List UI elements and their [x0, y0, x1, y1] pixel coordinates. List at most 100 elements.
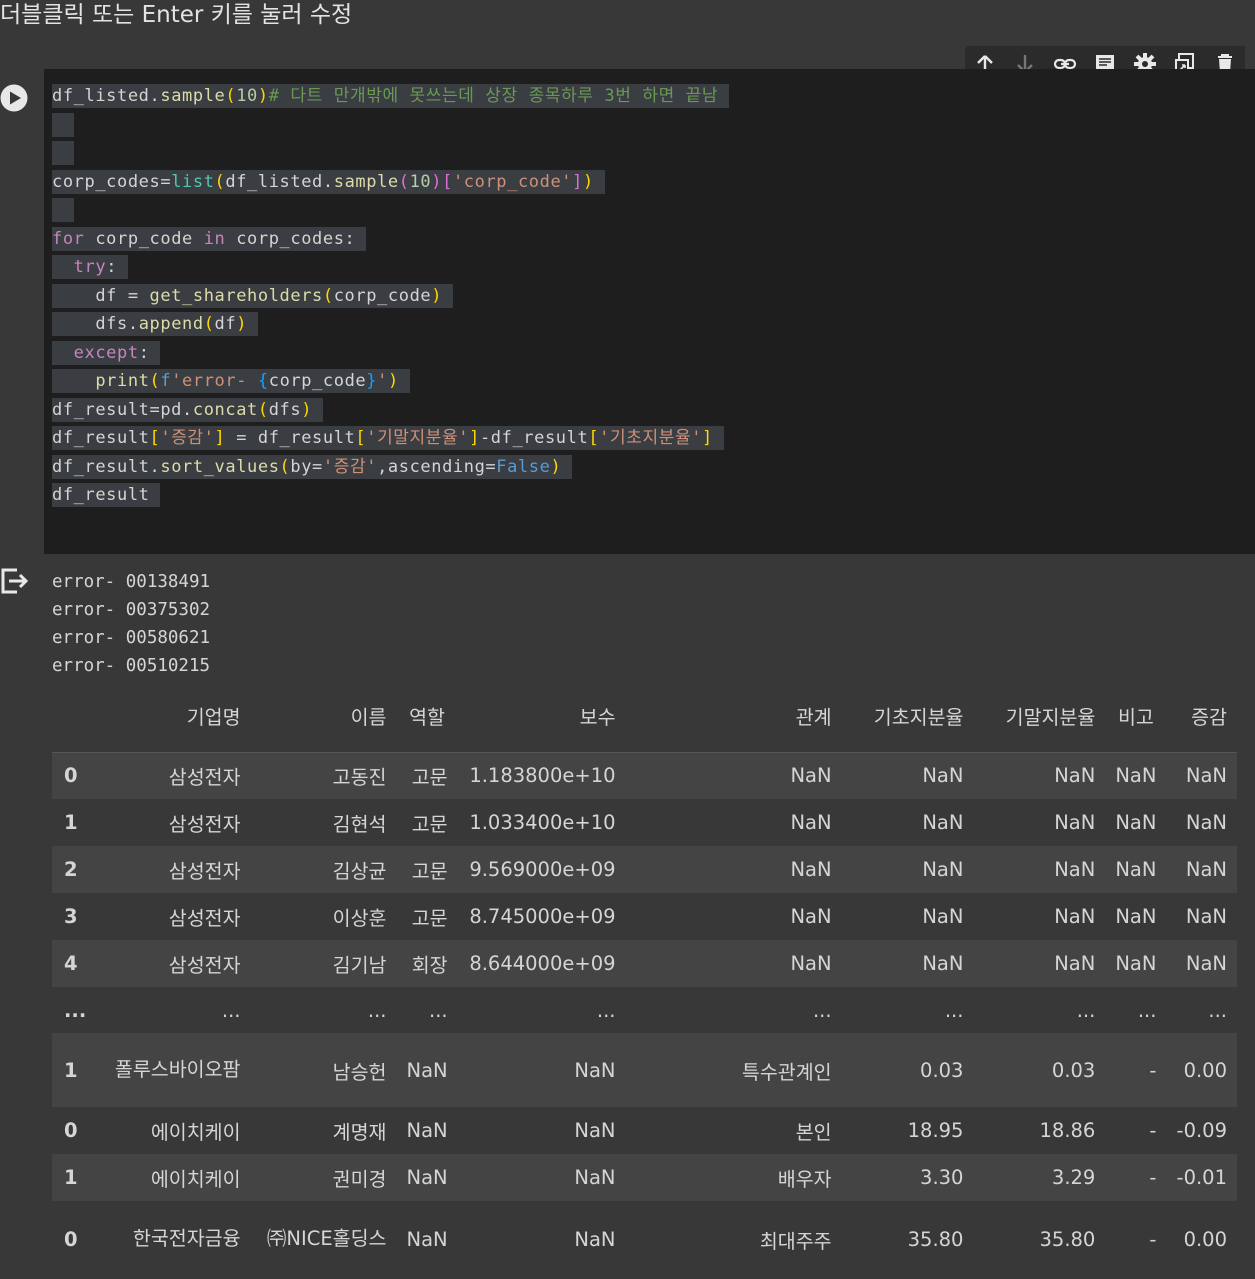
code-line: df_listed.sample(10)# 다트 만개밖에 못쓰는데 상장 종목… — [52, 84, 729, 108]
table-cell: 권미경 — [332, 1168, 387, 1191]
table-cell: NaN — [406, 1166, 448, 1189]
column-header: 기업명 — [186, 705, 241, 729]
code-line: df_result['증감'] = df_result['기말지분율']-df_… — [52, 424, 729, 453]
table-cell: NaN — [574, 1227, 616, 1251]
table-cell: NaN — [1054, 905, 1096, 928]
table-cell: 배우자 — [777, 1168, 832, 1191]
table-cell: NaN — [922, 905, 964, 928]
table-cell: NaN — [790, 764, 832, 788]
table-cell: 3.29 — [1051, 1166, 1096, 1189]
row-index: 1 — [64, 1166, 78, 1189]
table-cell: ... — [1137, 998, 1157, 1022]
code-line: try: — [52, 253, 729, 282]
run-cell-button[interactable] — [0, 84, 28, 112]
row-index: 0 — [64, 1119, 78, 1142]
table-cell: ... — [1208, 998, 1227, 1022]
code-line — [52, 196, 729, 225]
table-cell: NaN — [1185, 952, 1227, 975]
table-cell: NaN — [574, 1166, 616, 1189]
table-cell: 9.569000e+09 — [469, 858, 616, 881]
table-cell: - — [1149, 1119, 1157, 1142]
table-cell: 0.03 — [920, 1058, 964, 1082]
table-cell: NaN — [790, 905, 832, 928]
table-cell: NaN — [1115, 811, 1157, 834]
code-line — [52, 111, 729, 140]
table-cell: 삼성전자 — [168, 860, 241, 883]
table-cell: 35.80 — [1039, 1227, 1096, 1251]
column-header: 보수 — [579, 705, 616, 729]
play-icon — [0, 84, 28, 112]
table-cell: 폴루스바이오팜 — [114, 1058, 241, 1081]
code-line: df = get_shareholders(corp_code) — [52, 282, 729, 311]
row-index: 4 — [64, 952, 78, 975]
table-cell: 고문 — [411, 766, 448, 790]
table-cell: 8.644000e+09 — [469, 952, 616, 975]
table-cell: 삼성전자 — [168, 813, 241, 836]
table-cell: NaN — [1115, 952, 1157, 975]
row-index: 3 — [64, 905, 78, 928]
table-cell: 남승헌 — [332, 1060, 387, 1084]
table-cell: 1.033400e+10 — [469, 811, 616, 834]
table-cell: 고동진 — [332, 766, 387, 790]
column-header: 기말지분율 — [1005, 705, 1096, 729]
table-cell: 고문 — [411, 907, 448, 930]
table-cell: 삼성전자 — [168, 907, 241, 930]
code-line: df_result=pd.concat(dfs) — [52, 396, 729, 425]
table-cell: 18.86 — [1039, 1119, 1096, 1142]
table-cell: 35.80 — [907, 1227, 964, 1251]
output-line: error- 00375302 — [52, 600, 211, 620]
table-cell: NaN — [1054, 811, 1096, 834]
table-cell: 최대주주 — [759, 1229, 832, 1253]
column-header: 역할 — [409, 705, 445, 729]
table-row: .............................. — [52, 987, 1237, 1033]
dataframe-table: 기업명 이름 역할 보수 관계 기초지분율 기말지분율 비고 증감 0 삼성전자 고… — [52, 684, 1237, 1277]
table-cell: NaN — [922, 858, 964, 881]
table-cell: NaN — [790, 811, 832, 834]
table-cell: 삼성전자 — [168, 954, 241, 977]
table-row: 4 삼성전자 김기남 회장 8.644000e+09 NaN NaN NaN NaN NaN — [52, 940, 1237, 987]
table-cell: 김현석 — [332, 813, 387, 836]
table-cell: ... — [221, 998, 241, 1022]
table-cell: NaN — [790, 952, 832, 975]
table-cell: NaN — [1054, 952, 1096, 975]
table-cell: ... — [596, 998, 616, 1022]
table-cell: NaN — [922, 811, 964, 834]
row-index: ... — [64, 998, 87, 1022]
code-editor[interactable]: df_listed.sample(10)# 다트 만개밖에 못쓰는데 상장 종목… — [44, 69, 1255, 554]
table-cell: NaN — [574, 1058, 616, 1082]
column-header: 비고 — [1117, 705, 1154, 729]
table-cell: 고문 — [411, 813, 448, 836]
code-line: df_result.sort_values(by='증감',ascending=… — [52, 453, 729, 482]
table-cell: NaN — [1115, 905, 1157, 928]
code-line: print(f'error- {corp_code}') — [52, 367, 729, 396]
output-line: error- 00510215 — [52, 656, 211, 676]
table-cell: NaN — [1185, 858, 1227, 881]
table-cell: 에이치케이 — [150, 1168, 241, 1191]
output-menu-button[interactable] — [0, 566, 30, 596]
table-row: 0 에이치케이 계명재 NaN NaN 본인 18.95 18.86 - -0.09 — [52, 1107, 1237, 1154]
table-cell: - — [1149, 1166, 1157, 1189]
code-line: corp_codes=list(df_listed.sample(10)['co… — [52, 168, 729, 197]
table-cell: NaN — [1185, 905, 1227, 928]
code-block: df_listed.sample(10)# 다트 만개밖에 못쓰는데 상장 종목… — [52, 82, 729, 510]
table-cell: 0.00 — [1183, 1058, 1227, 1082]
table-cell: 이상훈 — [332, 907, 387, 930]
table-cell: NaN — [1115, 764, 1157, 788]
table-cell: ㈜NICE홀딩스 — [266, 1227, 387, 1250]
column-header: 관계 — [795, 705, 832, 729]
table-cell: -0.01 — [1176, 1166, 1227, 1189]
cell-edit-hint[interactable]: 더블클릭 또는 Enter 키를 눌러 수정 — [0, 0, 352, 40]
output-icon — [1, 568, 29, 594]
column-header: 증감 — [1191, 705, 1227, 729]
row-index: 0 — [64, 1227, 78, 1251]
table-cell: 8.745000e+09 — [469, 905, 616, 928]
table-cell: NaN — [1185, 764, 1227, 788]
row-index: 1 — [64, 811, 78, 834]
table-cell: ... — [944, 998, 964, 1022]
row-index: 2 — [64, 858, 78, 881]
table-cell: 회장 — [411, 954, 448, 977]
table-cell: NaN — [574, 1119, 616, 1142]
table-cell: NaN — [1185, 811, 1227, 834]
table-cell: 1.183800e+10 — [469, 764, 616, 788]
table-row: 0 한국전자금융 ㈜NICE홀딩스 NaN NaN 최대주주 35.80 35.80 - 0.00 — [52, 1201, 1237, 1277]
